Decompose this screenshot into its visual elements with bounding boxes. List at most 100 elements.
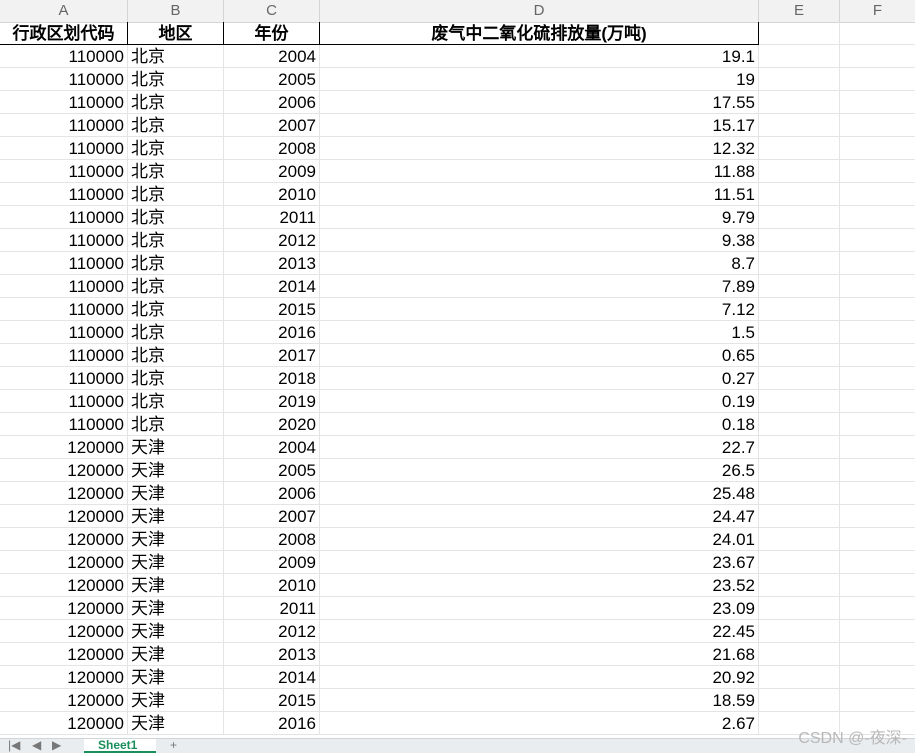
empty-cell[interactable] xyxy=(759,367,840,390)
cell-region[interactable]: 天津 xyxy=(128,505,224,528)
empty-cell[interactable] xyxy=(840,620,915,643)
cell-region[interactable]: 北京 xyxy=(128,367,224,390)
cell-so2[interactable]: 24.47 xyxy=(320,505,759,528)
empty-cell[interactable] xyxy=(759,390,840,413)
empty-cell[interactable] xyxy=(840,252,915,275)
empty-cell[interactable] xyxy=(759,298,840,321)
cell-so2[interactable]: 15.17 xyxy=(320,114,759,137)
cell-year[interactable]: 2010 xyxy=(224,183,320,206)
cell-region[interactable]: 天津 xyxy=(128,666,224,689)
cell-so2[interactable]: 7.12 xyxy=(320,298,759,321)
cell-region[interactable]: 北京 xyxy=(128,390,224,413)
cell-region[interactable]: 北京 xyxy=(128,252,224,275)
cell-year[interactable]: 2019 xyxy=(224,390,320,413)
cell-code[interactable]: 110000 xyxy=(0,390,128,413)
cell-code[interactable]: 110000 xyxy=(0,68,128,91)
cell-code[interactable]: 120000 xyxy=(0,574,128,597)
cell-year[interactable]: 2016 xyxy=(224,712,320,735)
empty-cell[interactable] xyxy=(759,620,840,643)
cell-year[interactable]: 2012 xyxy=(224,229,320,252)
cell-code[interactable]: 120000 xyxy=(0,505,128,528)
empty-cell[interactable] xyxy=(840,643,915,666)
cell-region[interactable]: 北京 xyxy=(128,68,224,91)
cell-year[interactable]: 2004 xyxy=(224,45,320,68)
cell-year[interactable]: 2010 xyxy=(224,574,320,597)
cell-region[interactable]: 北京 xyxy=(128,275,224,298)
empty-cell[interactable] xyxy=(759,689,840,712)
empty-cell[interactable] xyxy=(759,91,840,114)
cell-region[interactable]: 北京 xyxy=(128,413,224,436)
cell-so2[interactable]: 23.09 xyxy=(320,597,759,620)
cell-code[interactable]: 110000 xyxy=(0,367,128,390)
cell-so2[interactable]: 19 xyxy=(320,68,759,91)
empty-cell[interactable] xyxy=(840,666,915,689)
empty-cell[interactable] xyxy=(759,643,840,666)
cell-so2[interactable]: 11.51 xyxy=(320,183,759,206)
cell-so2[interactable]: 7.89 xyxy=(320,275,759,298)
cell-so2[interactable]: 22.7 xyxy=(320,436,759,459)
empty-cell[interactable] xyxy=(840,183,915,206)
cell-region[interactable]: 天津 xyxy=(128,712,224,735)
cell-year[interactable]: 2015 xyxy=(224,298,320,321)
cell-year[interactable]: 2015 xyxy=(224,689,320,712)
cell-year[interactable]: 2014 xyxy=(224,666,320,689)
cell-code[interactable]: 120000 xyxy=(0,643,128,666)
cell-so2[interactable]: 11.88 xyxy=(320,160,759,183)
cell-year[interactable]: 2013 xyxy=(224,643,320,666)
cell-region[interactable]: 天津 xyxy=(128,620,224,643)
cell-code[interactable]: 110000 xyxy=(0,229,128,252)
cell-year[interactable]: 2006 xyxy=(224,482,320,505)
header-cell-code[interactable]: 行政区划代码 xyxy=(0,22,128,45)
sheet-tab[interactable]: Sheet1 xyxy=(84,739,156,753)
cell-so2[interactable]: 23.67 xyxy=(320,551,759,574)
empty-cell[interactable] xyxy=(759,137,840,160)
cell-code[interactable]: 120000 xyxy=(0,689,128,712)
empty-cell[interactable] xyxy=(759,229,840,252)
empty-cell[interactable] xyxy=(759,45,840,68)
cell-so2[interactable]: 12.32 xyxy=(320,137,759,160)
empty-cell[interactable] xyxy=(759,183,840,206)
cell-so2[interactable]: 18.59 xyxy=(320,689,759,712)
cell-region[interactable]: 北京 xyxy=(128,298,224,321)
cell-year[interactable]: 2006 xyxy=(224,91,320,114)
cell-code[interactable]: 110000 xyxy=(0,206,128,229)
cell-year[interactable]: 2011 xyxy=(224,206,320,229)
cell-region[interactable]: 天津 xyxy=(128,551,224,574)
cell-year[interactable]: 2012 xyxy=(224,620,320,643)
empty-cell[interactable] xyxy=(840,482,915,505)
cell-year[interactable]: 2017 xyxy=(224,344,320,367)
empty-cell[interactable] xyxy=(840,390,915,413)
cell-region[interactable]: 天津 xyxy=(128,528,224,551)
column-header-f[interactable]: F xyxy=(840,0,915,22)
cell-code[interactable]: 120000 xyxy=(0,459,128,482)
cell-code[interactable]: 110000 xyxy=(0,321,128,344)
cell-year[interactable]: 2005 xyxy=(224,459,320,482)
empty-cell[interactable] xyxy=(840,436,915,459)
empty-cell[interactable] xyxy=(840,528,915,551)
cell-so2[interactable]: 23.52 xyxy=(320,574,759,597)
cell-year[interactable]: 2008 xyxy=(224,137,320,160)
cell-code[interactable]: 120000 xyxy=(0,712,128,735)
cell-so2[interactable]: 0.19 xyxy=(320,390,759,413)
cell-code[interactable]: 120000 xyxy=(0,620,128,643)
prev-sheet-icon[interactable]: ◀ xyxy=(32,738,41,752)
cell-code[interactable]: 110000 xyxy=(0,137,128,160)
cell-year[interactable]: 2007 xyxy=(224,114,320,137)
cell-so2[interactable]: 25.48 xyxy=(320,482,759,505)
cell-year[interactable]: 2013 xyxy=(224,252,320,275)
empty-cell[interactable] xyxy=(759,551,840,574)
cell-region[interactable]: 天津 xyxy=(128,459,224,482)
cell-so2[interactable]: 20.92 xyxy=(320,666,759,689)
header-cell-year[interactable]: 年份 xyxy=(224,22,320,45)
empty-cell[interactable] xyxy=(840,160,915,183)
cell-year[interactable]: 2020 xyxy=(224,413,320,436)
cell-year[interactable]: 2011 xyxy=(224,597,320,620)
cell-so2[interactable]: 0.27 xyxy=(320,367,759,390)
cell-region[interactable]: 北京 xyxy=(128,229,224,252)
empty-cell[interactable] xyxy=(840,68,915,91)
add-sheet-icon[interactable]: + xyxy=(170,738,177,752)
cell-year[interactable]: 2009 xyxy=(224,551,320,574)
empty-cell[interactable] xyxy=(840,505,915,528)
cell-code[interactable]: 110000 xyxy=(0,298,128,321)
empty-cell[interactable] xyxy=(840,344,915,367)
